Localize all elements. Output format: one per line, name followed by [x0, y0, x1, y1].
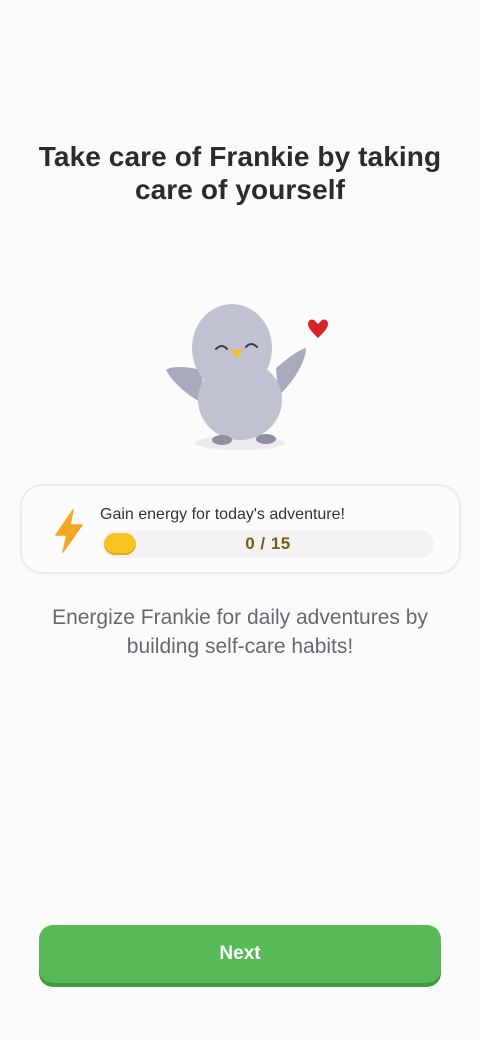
energy-progress-text: 0 / 15 — [245, 534, 291, 553]
page-title: Take care of Frankie by taking care of y… — [38, 141, 442, 205]
frankie-mascot-illustration — [166, 304, 328, 450]
energy-progress-card: Gain energy for today's adventure! 0 / 1… — [20, 484, 461, 574]
description-text: Energize Frankie for daily adventures by… — [52, 606, 428, 658]
energy-label: Gain energy for today's adventure! — [100, 506, 345, 523]
next-button[interactable]: Next — [39, 925, 441, 983]
onboarding-screen: Take care of Frankie by taking care of y… — [0, 0, 480, 1040]
energy-progress-bar: 0 / 15 — [102, 530, 434, 558]
lightning-bolt-icon — [55, 509, 83, 553]
